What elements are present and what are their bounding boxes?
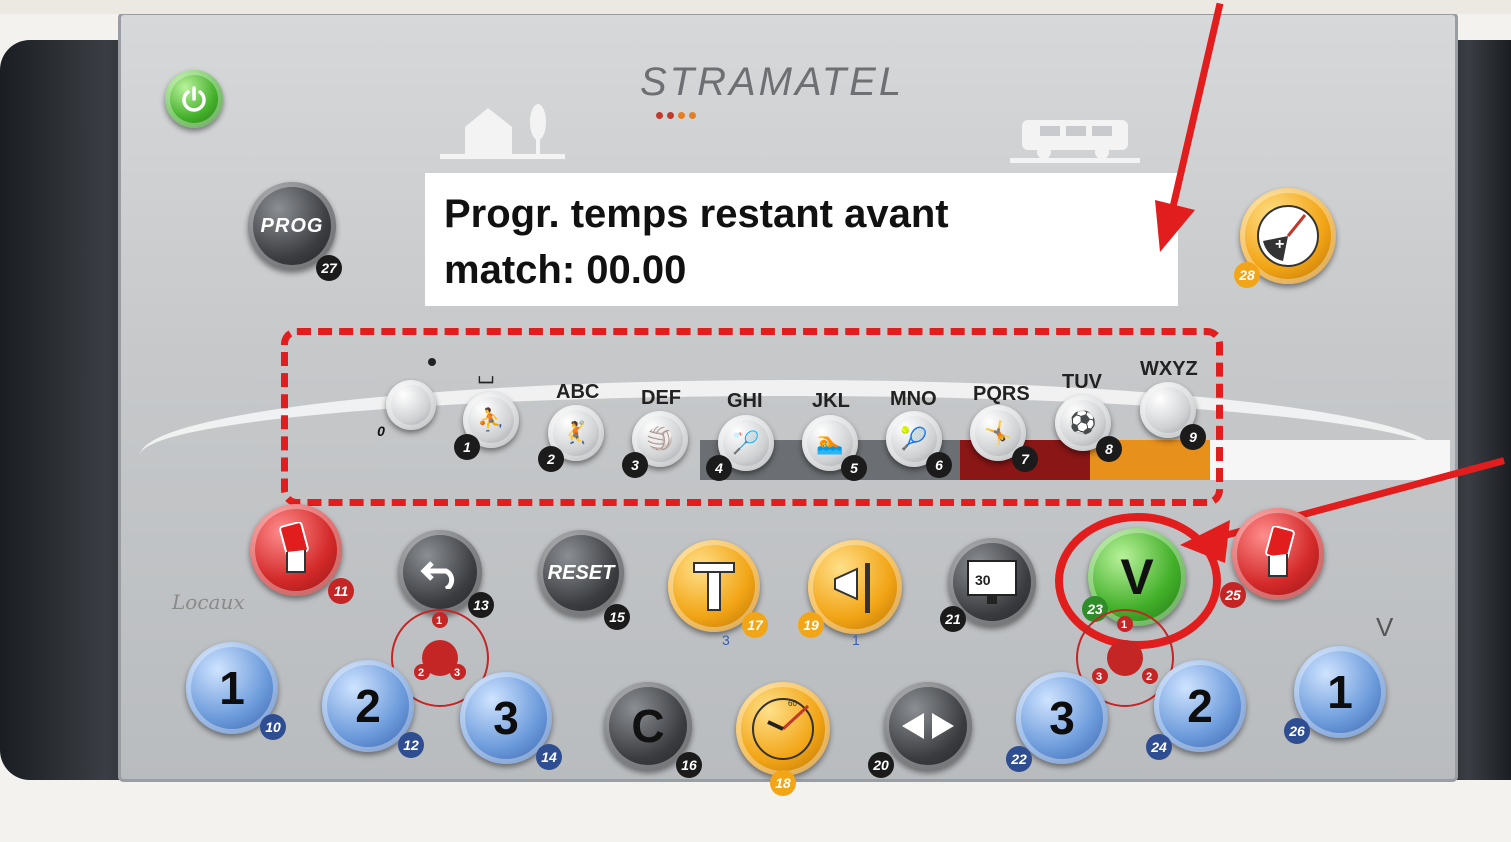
timeout-technical-badge: 17 — [742, 612, 768, 638]
possession-badge: 20 — [868, 752, 894, 778]
svg-text:3: 3 — [1096, 671, 1102, 683]
red-card-home-button[interactable] — [250, 504, 342, 596]
timeout-number-badge: 28 — [1234, 262, 1260, 288]
keypad-7-badge: 7 — [1012, 446, 1038, 472]
keypad-4-badge: 4 — [706, 455, 732, 481]
clear-badge: 16 — [676, 752, 702, 778]
handwriting-v: V — [1376, 612, 1394, 642]
svg-text:1: 1 — [436, 615, 442, 627]
red-card-hand-icon — [1265, 526, 1295, 577]
keypad-6-letters: MNO — [890, 388, 937, 410]
home-plus-2-label: 2 — [355, 680, 381, 732]
megaphone-icon — [834, 563, 870, 613]
keypad-0-dot — [428, 358, 436, 366]
shot-clock-badge: 21 — [940, 606, 966, 632]
brand-dots — [656, 106, 716, 119]
keypad-8-letters: TUV — [1062, 371, 1102, 393]
red-card-home-badge: 11 — [328, 578, 354, 604]
home-plus-1-badge: 10 — [260, 714, 286, 740]
home-plus-1-label: 1 — [219, 662, 245, 714]
svg-text:2: 2 — [418, 667, 424, 679]
annotation-line-1: Progr. temps restant avant — [444, 192, 949, 236]
home-team-icon — [440, 104, 565, 159]
home-plus-2-badge: 12 — [398, 732, 424, 758]
svg-text:30: 30 — [975, 572, 991, 588]
keypad-0-number: 0 — [377, 423, 385, 439]
power-icon — [182, 86, 206, 112]
red-card-away-button[interactable] — [1232, 508, 1324, 600]
handwritten-note-1: 1 — [852, 632, 860, 648]
arrowhead-top — [1155, 200, 1195, 252]
svg-text:3: 3 — [454, 667, 460, 679]
prog-number: 27 — [321, 260, 337, 276]
keypad-9-letters: WXYZ — [1140, 358, 1198, 380]
monitor-icon: 30 — [967, 560, 1017, 604]
brand-logo: STRAMATEL — [640, 60, 905, 104]
prog-label: PROG — [260, 214, 324, 237]
svg-text:2: 2 — [1146, 671, 1152, 683]
left-right-arrow-icon — [902, 713, 954, 739]
red-card-away-badge: 25 — [1220, 582, 1246, 608]
away-plus-1-badge: 26 — [1284, 718, 1310, 744]
home-plus-3-badge: 14 — [536, 744, 562, 770]
keypad-5-badge: 5 — [841, 455, 867, 481]
prog-number-badge: 27 — [316, 255, 342, 281]
keypad-1-letters: ⌴ — [478, 366, 494, 388]
away-score-plus-3-button[interactable]: 3 — [1016, 672, 1108, 764]
keypad-1-badge: 1 — [454, 434, 480, 460]
away-plus-3-badge: 22 — [1006, 746, 1032, 772]
reset-badge: 15 — [604, 604, 630, 630]
possession-arrow-button[interactable] — [884, 682, 972, 770]
keypad-7-letters: PQRS — [973, 383, 1030, 405]
away-plus-2-label: 2 — [1187, 680, 1213, 732]
away-plus-2-badge: 24 — [1146, 734, 1172, 760]
keypad-9-badge: 9 — [1180, 424, 1206, 450]
red-card-hand-icon — [279, 522, 309, 573]
horn-badge: 19 — [798, 612, 824, 638]
handwritten-note-3: 3 — [722, 632, 730, 648]
keypad-2-letters: ABC — [556, 381, 600, 403]
clear-label: C — [631, 700, 665, 752]
home-plus-3-label: 3 — [493, 692, 519, 744]
away-plus-3-label: 3 — [1049, 692, 1075, 744]
keypad-0[interactable] — [386, 380, 436, 430]
handwriting-locaux: Locaux — [172, 590, 245, 614]
away-plus-1-label: 1 — [1327, 666, 1353, 718]
undo-arrow-icon — [420, 561, 455, 589]
background-surface — [0, 0, 1511, 14]
stopwatch-icon: 60 — [752, 698, 814, 760]
stramatel-console-photo: STRAMATEL PROG 27 + 28 Progr. temps rest… — [0, 0, 1511, 842]
svg-text:+: + — [1275, 236, 1284, 253]
keypad-3-badge: 3 — [622, 452, 648, 478]
svg-text:60: 60 — [788, 699, 797, 708]
annotation-line-2: match: 00.00 — [444, 248, 687, 292]
keypad-5-letters: JKL — [812, 390, 850, 412]
keypad-3-letters: DEF — [641, 387, 681, 409]
keypad-4-letters: GHI — [727, 390, 763, 412]
reset-button[interactable]: RESET — [538, 530, 624, 616]
svg-text:1: 1 — [1121, 619, 1127, 631]
keypad-6-badge: 6 — [926, 452, 952, 478]
timeout-number: 28 — [1239, 267, 1255, 283]
t-hand-icon — [693, 562, 735, 611]
reset-label: RESET — [547, 561, 615, 584]
white-strip — [1210, 440, 1450, 480]
game-clock-start-stop-button[interactable]: 60 — [736, 682, 830, 776]
annotation-text: Progr. temps restant avant match: 00.00 — [444, 186, 1164, 298]
away-team-bus-icon — [1010, 120, 1140, 163]
game-clock-badge: 18 — [770, 770, 796, 796]
keypad-2-badge: 2 — [538, 446, 564, 472]
power-button[interactable] — [165, 70, 223, 128]
clock-dial-icon: + — [1257, 205, 1319, 267]
keypad-8-badge: 8 — [1096, 436, 1122, 462]
